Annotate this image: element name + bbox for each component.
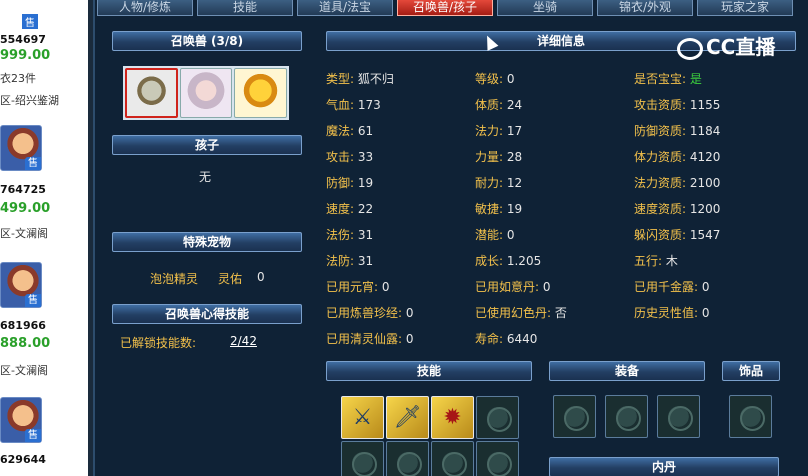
- special-pet-header: 特殊宠物: [112, 232, 302, 252]
- skill-slot-empty[interactable]: [476, 396, 519, 439]
- summon-slot-1[interactable]: [125, 68, 178, 118]
- stat-constitution: 体质: 24: [475, 98, 523, 112]
- stat-dodge-aptitude: 躲闪资质: 1547: [634, 228, 721, 242]
- stat-speed: 速度: 22: [326, 202, 374, 216]
- skill-slot-empty[interactable]: [476, 441, 519, 476]
- listing-location: 区-绍兴鉴湖: [0, 94, 59, 107]
- stat-endurance: 耐力: 12: [475, 176, 523, 190]
- sale-badge: 售: [25, 429, 41, 442]
- unlocked-skills-count[interactable]: 2/42: [230, 334, 257, 348]
- stat-potential: 潜能: 0: [475, 228, 515, 242]
- tab-home[interactable]: 玩家之家: [697, 0, 793, 16]
- stat-growth: 成长: 1.205: [475, 254, 542, 268]
- character-detail-panel: 人物/修炼 技能 道具/法宝 召唤兽/孩子 坐骑 锦衣/外观 玩家之家 召唤兽 …: [93, 0, 808, 476]
- listing-avatar: 售: [0, 397, 42, 443]
- cc-live-watermark: CC直播: [677, 31, 775, 60]
- child-value: 无: [199, 170, 212, 184]
- stat-zhenjing-used: 已用炼兽珍经: 0: [326, 306, 414, 320]
- crossed-swords-icon: ⚔: [352, 405, 373, 430]
- tab-character[interactable]: 人物/修炼: [97, 0, 193, 16]
- stat-strength: 力量: 28: [475, 150, 523, 164]
- stat-hp: 气血: 173: [326, 98, 381, 112]
- stat-ruyidan-used: 已用如意丹: 0: [475, 280, 551, 294]
- skill-slot-1[interactable]: ⚔: [341, 396, 384, 439]
- sword-icon: 🗡: [393, 405, 422, 430]
- summon-slot-3[interactable]: [234, 68, 287, 118]
- unlocked-skills-label: 已解锁技能数:: [120, 336, 197, 350]
- listing-id: 681966: [0, 319, 46, 332]
- stat-mp: 魔法: 61: [326, 124, 374, 138]
- screen: 售 554697 999.00 衣23件 区-绍兴鉴湖 售 764725 499…: [0, 0, 808, 476]
- skill-slot-2[interactable]: 🗡: [386, 396, 429, 439]
- skills-header: 技能: [326, 361, 532, 381]
- stat-level: 等级: 0: [475, 72, 515, 86]
- stat-speed-aptitude: 速度资质: 1200: [634, 202, 721, 216]
- summon-list: [123, 66, 289, 120]
- accessory-header: 饰品: [722, 361, 780, 381]
- stat-xianlu-used: 已用清灵仙露: 0: [326, 332, 414, 346]
- tab-outfit[interactable]: 锦衣/外观: [597, 0, 693, 16]
- special-pet-stat-label: 灵佑: [218, 272, 243, 286]
- listing-id: 629644: [0, 453, 46, 466]
- listing-strip: 售 554697 999.00 衣23件 区-绍兴鉴湖 售 764725 499…: [0, 0, 88, 476]
- sale-badge: 售: [25, 157, 41, 170]
- stat-element: 五行: 木: [634, 254, 678, 268]
- stat-agility: 敏捷: 19: [475, 202, 523, 216]
- neidan-header: 内丹: [549, 457, 779, 476]
- special-pet-name: 泡泡精灵: [150, 272, 199, 286]
- tab-skills[interactable]: 技能: [197, 0, 293, 16]
- stat-lingxing: 历史灵性值: 0: [634, 306, 710, 320]
- special-pet-stat-value: 0: [257, 270, 265, 284]
- stat-lifespan: 寿命: 6440: [475, 332, 538, 346]
- stat-def-aptitude: 防御资质: 1184: [634, 124, 721, 138]
- stat-mp-aptitude: 法力资质: 2100: [634, 176, 721, 190]
- accessory-slot[interactable]: [729, 395, 772, 438]
- skill-slot-3[interactable]: ✹: [431, 396, 474, 439]
- child-header: 孩子: [112, 135, 302, 155]
- equipment-header: 装备: [549, 361, 705, 381]
- skill-slot-empty[interactable]: [386, 441, 429, 476]
- listing-price: 999.00: [0, 48, 51, 63]
- stat-attack: 攻击: 33: [326, 150, 374, 164]
- listing-price: 499.00: [0, 201, 51, 216]
- stat-hp-aptitude: 体力资质: 4120: [634, 150, 721, 164]
- skill-slot-empty[interactable]: [431, 441, 474, 476]
- listing-avatar: 售: [0, 262, 42, 308]
- stat-qianjinlu-used: 已用千金露: 0: [634, 280, 710, 294]
- emblem-icon: ✹: [443, 405, 462, 430]
- tab-bar: 人物/修炼 技能 道具/法宝 召唤兽/孩子 坐骑 锦衣/外观 玩家之家: [95, 0, 808, 18]
- listing-id: 554697: [0, 33, 46, 46]
- stat-magic-defense: 法防: 31: [326, 254, 374, 268]
- skill-slot-empty[interactable]: [341, 441, 384, 476]
- sale-badge: 售: [25, 294, 41, 307]
- stat-yuanxiao-used: 已用元宵: 0: [326, 280, 390, 294]
- listing-avatar: 售: [0, 125, 42, 171]
- stat-defense: 防御: 19: [326, 176, 374, 190]
- tab-items[interactable]: 道具/法宝: [297, 0, 393, 16]
- listing-note: 衣23件: [0, 72, 36, 85]
- stat-is-baby: 是否宝宝: 是: [634, 72, 702, 86]
- listing-price: 888.00: [0, 336, 51, 351]
- stat-magic-damage: 法伤: 31: [326, 228, 374, 242]
- listing-id: 764725: [0, 183, 46, 196]
- stat-magic: 法力: 17: [475, 124, 523, 138]
- tab-mount[interactable]: 坐骑: [497, 0, 593, 16]
- stat-huanse-used: 已使用幻色丹: 否: [475, 306, 567, 320]
- stat-type: 类型: 狐不归: [326, 72, 394, 86]
- equip-slot-2[interactable]: [605, 395, 648, 438]
- skill-insight-header: 召唤兽心得技能: [112, 304, 302, 324]
- tab-summon-child[interactable]: 召唤兽/孩子: [397, 0, 493, 16]
- equip-slot-3[interactable]: [657, 395, 700, 438]
- sale-badge: 售: [22, 14, 38, 29]
- summon-slot-2[interactable]: [179, 68, 233, 118]
- listing-location: 区-文澜阁: [0, 227, 48, 240]
- summon-header: 召唤兽 (3/8): [112, 31, 302, 51]
- listing-location: 区-文澜阁: [0, 364, 48, 377]
- stat-atk-aptitude: 攻击资质: 1155: [634, 98, 721, 112]
- equip-slot-1[interactable]: [553, 395, 596, 438]
